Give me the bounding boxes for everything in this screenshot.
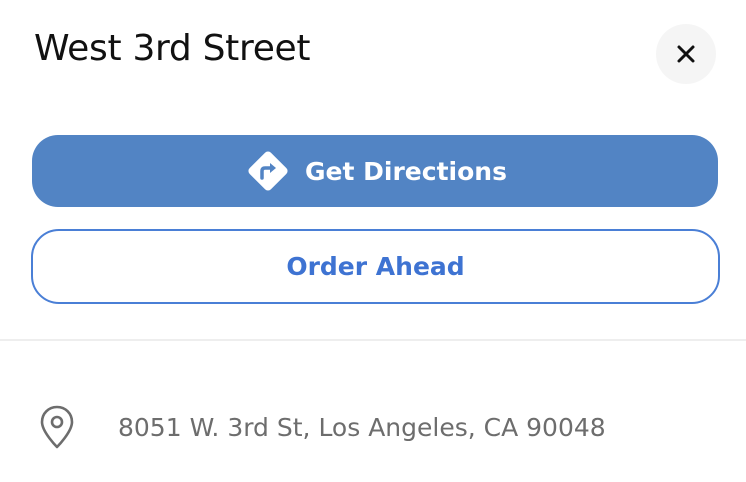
address-text: 8051 W. 3rd St, Los Angeles, CA 90048 — [118, 412, 606, 442]
order-ahead-button[interactable]: Order Ahead — [31, 229, 720, 304]
get-directions-button[interactable]: Get Directions — [32, 135, 718, 207]
map-pin-icon — [40, 405, 74, 449]
get-directions-label: Get Directions — [305, 156, 507, 186]
location-title: West 3rd Street — [34, 28, 311, 69]
divider — [0, 339, 746, 341]
order-ahead-label: Order Ahead — [286, 252, 465, 281]
address-row: 8051 W. 3rd St, Los Angeles, CA 90048 — [38, 402, 606, 452]
location-panel: West 3rd Street Get Directions Order Ahe… — [0, 0, 746, 482]
directions-icon — [248, 151, 288, 191]
close-button[interactable] — [656, 24, 716, 84]
close-icon — [677, 45, 695, 63]
